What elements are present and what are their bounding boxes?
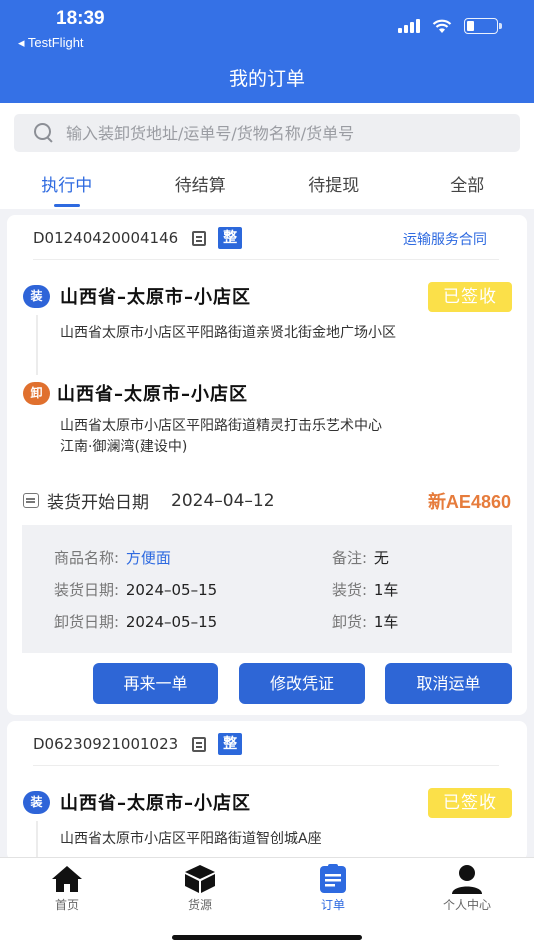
box-icon (185, 865, 215, 893)
page-title: 我的订单 (228, 68, 305, 90)
search-box[interactable] (14, 114, 520, 152)
order-type-badge: 整 (218, 227, 243, 249)
tab-all[interactable]: 全部 (401, 161, 534, 209)
order-type-badge: 整 (218, 733, 243, 755)
tab-pending-withdrawal[interactable]: 待提现 (267, 161, 401, 209)
order-status-tabs: 执行中 待结算 待提现 全部 (0, 161, 534, 209)
nav-profile-label: 个人中心 (442, 898, 491, 912)
load-address: 山西省太原市小店区平阳路街道智创城A座 (60, 831, 322, 847)
unload-marker: 卸 (23, 382, 50, 405)
load-start-label: 装货开始日期 (47, 493, 149, 513)
divider (33, 765, 499, 766)
load-marker: 装 (23, 285, 50, 308)
load-qty-label: 装货: (332, 581, 368, 599)
goods-name-field: 商品名称: 方便面 (54, 547, 171, 568)
vehicle-plate: 新AE4860 (427, 492, 511, 512)
nav-cargo[interactable]: 货源 (160, 864, 240, 913)
unload-region: 山西省–太原市–小店区 (57, 384, 248, 405)
search-bar (0, 103, 534, 161)
nav-home[interactable]: 首页 (27, 864, 107, 913)
unload-qty-label: 卸货: (332, 613, 368, 631)
edit-voucher-button[interactable]: 修改凭证 (239, 663, 365, 704)
signal-icon (398, 19, 420, 33)
load-region: 山西省–太原市–小店区 (60, 793, 251, 814)
goods-name-value: 方便面 (125, 549, 171, 567)
app-header: 18:39 ◂ TestFlight 我的订单 (0, 0, 534, 103)
status-badge: 已签收 (428, 788, 512, 818)
search-icon (34, 123, 54, 143)
load-date-label: 装货日期: (54, 581, 120, 599)
load-date-field: 装货日期: 2024–05–15 (54, 579, 217, 600)
unload-address-line2: 江南·御澜湾(建设中) (60, 439, 188, 455)
status-indicators (398, 18, 502, 34)
load-marker: 装 (23, 791, 50, 814)
tab-pending-settlement[interactable]: 待结算 (134, 161, 268, 209)
order-number: D06230921001023 (33, 735, 179, 753)
order-card[interactable]: D06230921001023 整 装 山西省–太原市–小店区 山西省太原市小店… (7, 721, 527, 861)
remark-label: 备注: (332, 549, 368, 567)
remark-value: 无 (373, 549, 389, 567)
divider (33, 259, 499, 260)
load-start-date: 2024–04–12 (171, 490, 275, 511)
load-date-value: 2024–05–15 (125, 581, 218, 599)
home-icon (52, 866, 82, 892)
calendar-icon (23, 493, 39, 508)
transport-contract-link[interactable]: 运输服务合同 (403, 229, 487, 249)
unload-stop: 卸 山西省–太原市–小店区 山西省太原市小店区平阳路街道精灵打击乐艺术中心 江南… (23, 382, 503, 462)
unload-qty-field: 卸货: 1车 (332, 611, 398, 632)
unload-date-value: 2024–05–15 (125, 613, 218, 631)
back-to-testflight-link[interactable]: ◂ TestFlight (18, 35, 84, 51)
goods-info-panel: 商品名称: 方便面 备注: 无 装货日期: 2024–05–15 装货: 1车 … (22, 525, 512, 653)
remark-field: 备注: 无 (332, 547, 389, 568)
unload-date-field: 卸货日期: 2024–05–15 (54, 611, 217, 632)
nav-cargo-label: 货源 (187, 898, 212, 912)
reorder-button[interactable]: 再来一单 (93, 663, 218, 704)
order-icon (320, 864, 346, 893)
status-time: 18:39 (56, 8, 105, 29)
goods-name-label: 商品名称: (54, 549, 120, 567)
order-number-row: D06230921001023 整 (33, 733, 243, 755)
unload-address-line1: 山西省太原市小店区平阳路街道精灵打击乐艺术中心 (60, 418, 382, 434)
nav-orders-label: 订单 (320, 898, 345, 912)
order-card[interactable]: D01240420004146 整 运输服务合同 装 山西省–太原市–小店区 山… (7, 215, 527, 715)
nav-orders[interactable]: 订单 (293, 864, 373, 913)
copy-icon[interactable] (192, 736, 207, 752)
load-region: 山西省–太原市–小店区 (60, 287, 251, 308)
user-icon (452, 865, 482, 894)
wifi-icon (432, 19, 452, 33)
unload-qty-value: 1车 (373, 613, 399, 631)
load-address: 山西省太原市小店区平阳路街道亲贤北街金地广场小区 (60, 325, 396, 341)
home-indicator (172, 935, 362, 940)
status-badge: 已签收 (428, 282, 512, 312)
nav-home-label: 首页 (54, 898, 79, 912)
order-number: D01240420004146 (33, 229, 179, 247)
unload-date-label: 卸货日期: (54, 613, 120, 631)
copy-icon[interactable] (192, 230, 207, 246)
cancel-waybill-button[interactable]: 取消运单 (385, 663, 512, 704)
load-start-row: 装货开始日期 2024–04–12 (23, 488, 275, 513)
search-input[interactable] (66, 123, 496, 143)
battery-icon (464, 18, 502, 34)
nav-profile[interactable]: 个人中心 (427, 864, 507, 913)
tab-executing[interactable]: 执行中 (0, 161, 134, 209)
load-qty-value: 1车 (373, 581, 399, 599)
load-qty-field: 装货: 1车 (332, 579, 398, 600)
order-number-row: D01240420004146 整 (33, 227, 243, 249)
